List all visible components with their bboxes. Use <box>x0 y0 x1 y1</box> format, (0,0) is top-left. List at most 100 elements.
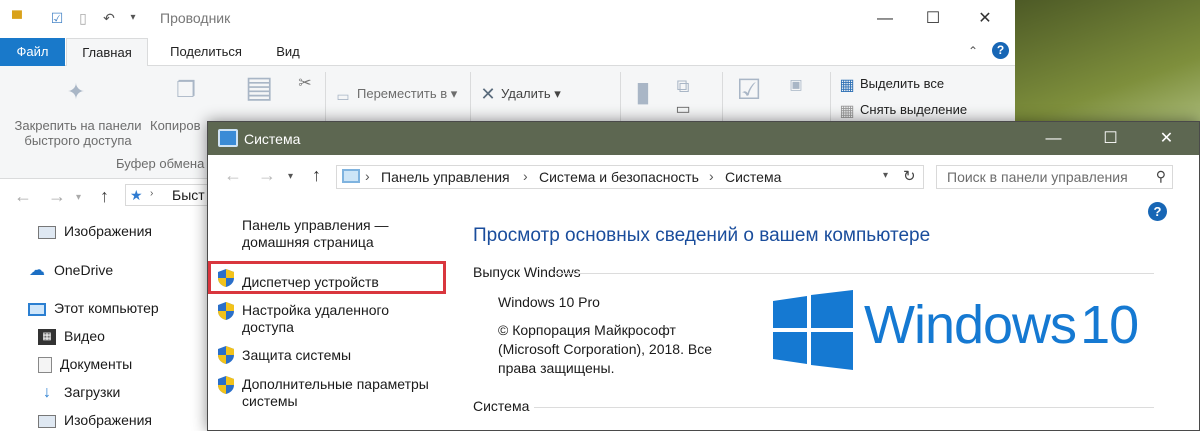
video-icon: ▦ <box>38 329 56 346</box>
recent-dropdown-icon[interactable]: ▾ <box>288 171 293 182</box>
paste-icon[interactable]: ▤ <box>245 73 273 103</box>
control-panel-icon <box>342 169 360 183</box>
tab-file[interactable]: Файл <box>0 38 65 66</box>
forward-arrow-icon[interactable]: → <box>48 186 66 207</box>
tab-view[interactable]: Вид <box>264 38 312 66</box>
tree-item-label: Загрузки <box>64 384 121 400</box>
move-to-label: Переместить в <box>357 86 448 101</box>
copyright-line3: права защищены. <box>498 360 615 376</box>
onedrive-icon: ☁ <box>29 262 45 280</box>
minimize-button[interactable]: — <box>862 0 908 38</box>
folder-icon: ▀ <box>12 10 22 26</box>
tree-item-label: Документы <box>60 356 133 372</box>
help-icon[interactable]: ? <box>992 42 1009 59</box>
maximize-button[interactable]: ☐ <box>1082 122 1139 155</box>
tree-item-pictures-2[interactable]: Изображения <box>38 408 152 431</box>
pin-label-line2: быстрого доступа <box>24 133 132 148</box>
search-icon[interactable]: ⚲ <box>1156 168 1166 185</box>
advanced-settings-link[interactable]: Дополнительные параметры системы <box>242 376 429 410</box>
breadcrumb-system[interactable]: Система <box>725 169 781 185</box>
device-manager-link[interactable]: Диспетчер устройств <box>242 274 379 291</box>
customize-toolbar-icon[interactable]: ▾ <box>124 9 142 27</box>
undo-icon[interactable]: ↶ <box>100 9 118 27</box>
tree-item-downloads[interactable]: ↓ Загрузки <box>38 380 120 404</box>
tree-item-label: Видео <box>64 328 105 344</box>
breadcrumb-chevron-icon: › <box>709 168 714 184</box>
windows-logo-icon <box>773 290 853 370</box>
explorer-address-bar[interactable]: ★ › Быст <box>125 184 215 206</box>
move-to-button[interactable]: Переместить в ▾ <box>357 86 457 101</box>
up-arrow-icon[interactable]: ↑ <box>100 186 109 207</box>
pin-label-line1: Закрепить на панели <box>14 118 142 133</box>
tree-item-label: Изображения <box>64 412 152 428</box>
close-button[interactable]: ✕ <box>962 0 1008 38</box>
copy-to-icon[interactable]: ⧉ <box>672 74 694 98</box>
downloads-icon: ↓ <box>43 384 51 402</box>
select-all-icon: ▦ <box>839 77 855 94</box>
advanced-link-line1: Дополнительные параметры <box>242 376 429 392</box>
documents-icon <box>38 357 52 374</box>
shield-icon <box>218 346 234 364</box>
move-to-icon: ▭ <box>336 88 350 104</box>
tree-item-onedrive[interactable]: ☁ OneDrive <box>28 258 113 282</box>
logo-number: 10 <box>1080 295 1139 355</box>
system-window: Система — ☐ ✕ ← → ▾ ↑ › Панель управлени… <box>207 121 1200 431</box>
system-protection-link[interactable]: Защита системы <box>242 347 351 364</box>
properties-icon[interactable]: ☑ <box>48 9 66 27</box>
ribbon-tab-bar: Файл Главная Поделиться Вид ⌃ ? <box>0 38 1015 67</box>
copy-button-label[interactable]: Копиров <box>150 118 200 133</box>
help-icon[interactable]: ? <box>1148 202 1167 221</box>
copyright-text: © Корпорация Майкрософт (Microsoft Corpo… <box>498 321 712 378</box>
pin-button-label[interactable]: Закрепить на панели быстрого доступа <box>8 118 148 148</box>
clipboard-group-label: Буфер обмена <box>116 156 205 171</box>
section-divider <box>534 407 1154 408</box>
forward-arrow-icon[interactable]: → <box>258 165 276 186</box>
tree-item-video[interactable]: ▦ Видео <box>38 324 105 348</box>
copy-icon[interactable]: ❐ <box>172 78 200 102</box>
delete-button[interactable]: Удалить ▾ <box>501 86 561 101</box>
tree-item-label: OneDrive <box>54 262 114 278</box>
tree-item-this-pc[interactable]: Этот компьютер <box>28 296 159 320</box>
tree-item-pictures[interactable]: Изображения <box>38 219 152 243</box>
breadcrumb-chevron-icon: › <box>523 168 528 184</box>
system-title: Система <box>244 131 301 147</box>
section-title-edition: Выпуск Windows <box>473 264 581 280</box>
maximize-button[interactable]: ☐ <box>910 0 956 38</box>
new-folder-ribbon-icon[interactable]: ▮ <box>632 78 654 106</box>
cut-icon[interactable]: ✂ <box>296 72 314 96</box>
search-input[interactable]: Поиск в панели управления ⚲ <box>936 165 1173 189</box>
breadcrumb-chevron-icon: › <box>365 168 370 184</box>
tab-share[interactable]: Поделиться <box>156 38 256 66</box>
breadcrumb-chevron-icon: › <box>150 188 154 199</box>
rename-icon[interactable]: ▭ <box>672 98 694 122</box>
new-folder-icon[interactable]: ▯ <box>74 9 92 27</box>
home-link-line2: домашняя страница <box>242 234 374 250</box>
pin-icon[interactable]: ✦ <box>62 80 90 104</box>
close-button[interactable]: ✕ <box>1138 122 1195 155</box>
tree-item-documents[interactable]: Документы <box>38 352 132 376</box>
this-pc-icon <box>28 302 46 316</box>
breadcrumb-control-panel[interactable]: Панель управления <box>381 169 510 185</box>
shield-icon <box>218 269 234 287</box>
breadcrumb-security[interactable]: Система и безопасность <box>539 169 699 185</box>
control-panel-home-link[interactable]: Панель управления — домашняя страница <box>242 217 389 251</box>
refresh-icon[interactable]: ↻ <box>903 167 916 185</box>
remote-link-line2: доступа <box>242 319 294 335</box>
recent-dropdown-icon[interactable]: ▾ <box>76 192 81 203</box>
delete-icon: ✕ <box>480 84 496 104</box>
address-dropdown-icon[interactable]: ▾ <box>883 170 888 181</box>
open-icon[interactable]: ▣ <box>788 72 804 96</box>
navigation-pane: Изображения ☁ OneDrive Этот компьютер ▦ Ви… <box>0 212 210 431</box>
edition-name: Windows 10 Pro <box>498 294 600 310</box>
select-all-button[interactable]: Выделить все <box>860 76 944 91</box>
remote-settings-link[interactable]: Настройка удаленного доступа <box>242 302 389 336</box>
address-bar[interactable]: › Панель управления › Система и безопасн… <box>336 165 924 189</box>
minimize-button[interactable]: — <box>1025 122 1082 155</box>
properties-ribbon-icon[interactable]: ☑ <box>735 76 763 104</box>
tab-home[interactable]: Главная <box>66 38 148 67</box>
deselect-button[interactable]: Снять выделение <box>860 102 967 117</box>
back-arrow-icon[interactable]: ← <box>224 165 242 186</box>
back-arrow-icon[interactable]: ← <box>14 186 32 207</box>
up-arrow-icon[interactable]: ↑ <box>312 165 321 186</box>
collapse-ribbon-icon[interactable]: ⌃ <box>968 44 978 58</box>
